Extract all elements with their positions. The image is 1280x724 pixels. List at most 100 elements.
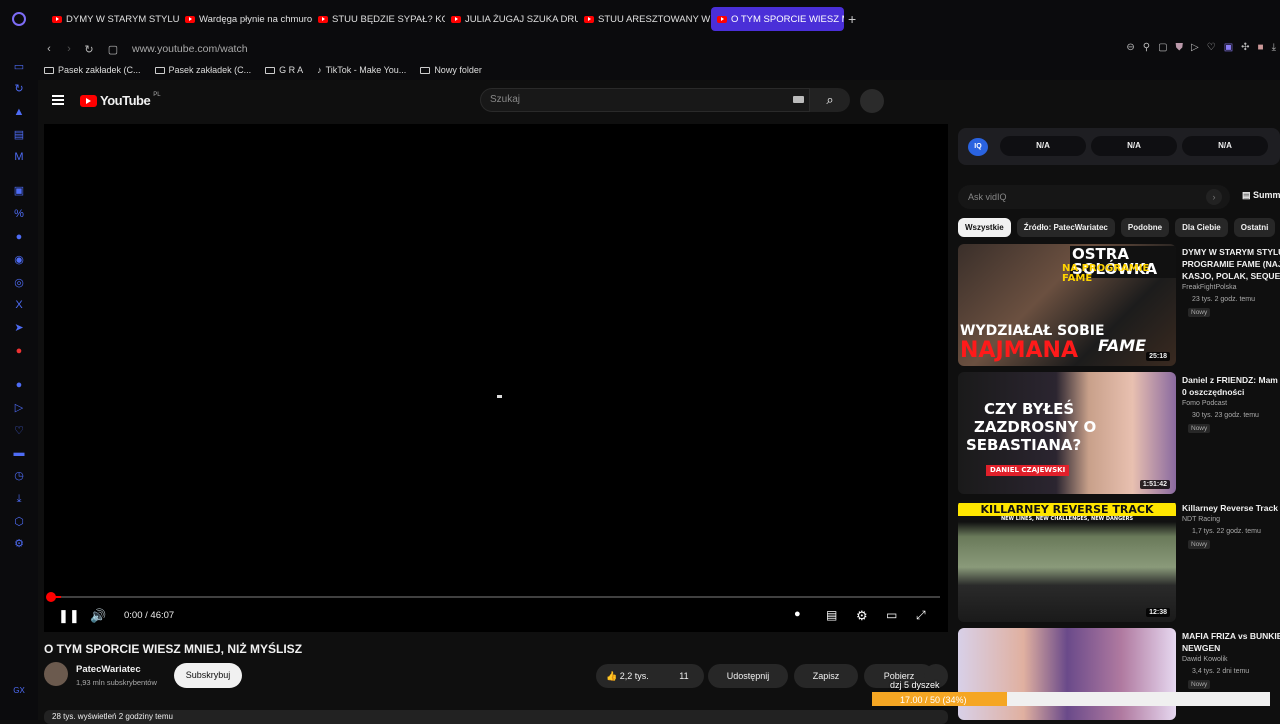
thumbnail[interactable] bbox=[958, 628, 1176, 720]
tab-3[interactable]: STUU BĘDZIE SYPAŁ? KON bbox=[312, 7, 445, 31]
player-icon[interactable]: ▷ bbox=[12, 401, 26, 415]
rec-channel[interactable]: FreakFightPolska bbox=[1182, 284, 1236, 291]
play-icon[interactable]: ▷ bbox=[1191, 42, 1199, 53]
dislike-count[interactable]: 11 bbox=[679, 671, 688, 681]
instagram-icon[interactable]: ◎ bbox=[12, 276, 26, 290]
subtitles-icon[interactable]: ▤ bbox=[826, 608, 837, 622]
settings-icon[interactable]: ⚙ bbox=[12, 537, 26, 551]
progress-bar[interactable] bbox=[52, 596, 940, 598]
cube-icon[interactable]: ⬡ bbox=[12, 515, 26, 529]
pause-icon[interactable]: ❚❚ bbox=[58, 608, 80, 624]
rec-channel[interactable]: Fomo Podcast bbox=[1182, 400, 1227, 407]
recommendation-item[interactable]: KILLARNEY REVERSE TRACK NEW LINES, NEW C… bbox=[958, 500, 1280, 622]
time-display: 0:00 / 46:07 bbox=[124, 610, 175, 621]
volume-icon[interactable]: 🔊 bbox=[90, 608, 106, 624]
puzzle-icon[interactable]: ✣ bbox=[1241, 42, 1249, 53]
search-input[interactable]: Szukaj bbox=[480, 88, 810, 112]
tab-1[interactable]: DYMY W STARYM STYLU I bbox=[46, 7, 179, 31]
search-button[interactable]: ⌕ bbox=[810, 88, 850, 112]
tabs-icon[interactable]: ▬ bbox=[12, 446, 26, 460]
percent-icon[interactable]: % bbox=[12, 207, 26, 221]
chip-similar[interactable]: Podobne bbox=[1120, 218, 1170, 237]
thumbnail[interactable]: CZY BYŁEŚ ZAZDROSNY O SEBASTIANA? DANIEL… bbox=[958, 372, 1176, 494]
shield-icon[interactable]: ⛊ bbox=[1176, 42, 1184, 53]
autoplay-toggle-icon[interactable]: ● bbox=[794, 608, 801, 620]
like-count[interactable]: 2,2 tys. bbox=[620, 671, 649, 681]
rec-title[interactable]: Daniel z FRIENDZ: Mam 30 oszczędności bbox=[1182, 374, 1280, 398]
bookmark-4[interactable]: ♪ TikTok - Make You... bbox=[317, 65, 406, 75]
like-icon[interactable]: 👍 bbox=[606, 671, 617, 681]
save-button[interactable]: Zapisz bbox=[794, 664, 858, 688]
x-icon[interactable]: X bbox=[12, 298, 26, 312]
tab-5[interactable]: STUU ARESZTOWANY W P bbox=[578, 7, 711, 31]
tab-4[interactable]: JULIA ŻUGAJ SZUKA DRU bbox=[445, 7, 578, 31]
channel-avatar[interactable] bbox=[44, 662, 68, 686]
vidiq-logo-icon[interactable]: IQ bbox=[968, 138, 988, 156]
bookmark-3[interactable]: G R A bbox=[265, 65, 303, 75]
theater-mode-icon[interactable]: ▭ bbox=[886, 608, 897, 622]
download-toolbar-icon[interactable]: ⤓ bbox=[1272, 42, 1276, 53]
fullscreen-icon[interactable]: ⤢ bbox=[916, 608, 926, 623]
discord-icon[interactable]: ◉ bbox=[12, 253, 26, 267]
flow-icon[interactable]: ▲ bbox=[12, 105, 26, 119]
download-icon[interactable]: ⤓ bbox=[12, 492, 26, 506]
avatar[interactable] bbox=[860, 89, 884, 113]
ask-vidiq-input[interactable]: Ask vidIQ › bbox=[958, 185, 1230, 209]
tab-2[interactable]: Wardęga płynie na chmuro bbox=[179, 7, 312, 31]
rec-title[interactable]: DYMY W STARYM STYLU PROGRAMIE FAME (NAJ KA… bbox=[1182, 246, 1280, 282]
telegram-icon[interactable]: ➤ bbox=[12, 321, 26, 335]
tiktok-icon[interactable]: ● bbox=[12, 344, 26, 358]
clock-icon[interactable]: ◷ bbox=[12, 469, 26, 483]
rec-title[interactable]: Killarney Reverse Track Te bbox=[1182, 502, 1280, 514]
subscribe-button[interactable]: Subskrybuj bbox=[174, 663, 242, 688]
chip-all[interactable]: Wszystkie bbox=[958, 218, 1011, 237]
chip-source[interactable]: Źródło: PatecWariatec bbox=[1016, 218, 1115, 237]
pin-icon[interactable]: ⚲ bbox=[1143, 42, 1150, 53]
thumbnail[interactable]: KILLARNEY REVERSE TRACK NEW LINES, NEW C… bbox=[958, 500, 1176, 622]
recommendation-item[interactable]: CZY BYŁEŚ ZAZDROSNY O SEBASTIANA? DANIEL… bbox=[958, 372, 1280, 494]
description-box[interactable]: 28 tys. wyświetleń 2 godziny temu bbox=[44, 710, 948, 724]
gx-icon[interactable]: GX bbox=[12, 684, 26, 698]
bookmark-1[interactable]: Pasek zakładek (C... bbox=[44, 65, 141, 75]
heart-icon[interactable]: ♡ bbox=[12, 424, 26, 438]
rec-channel[interactable]: NDT Racing bbox=[1182, 516, 1220, 523]
settings-gear-icon[interactable]: ⚙ bbox=[856, 608, 868, 624]
forward-icon[interactable]: › bbox=[60, 43, 78, 55]
recommendation-item[interactable]: MAFIA FRIZA vs BUNKIER NEWGEN Dawid Kowol… bbox=[958, 628, 1280, 720]
new-tab-button[interactable]: + bbox=[848, 11, 856, 27]
chat-icon[interactable]: ● bbox=[12, 230, 26, 244]
bookmark-heart-icon[interactable]: ♡ bbox=[1207, 42, 1216, 53]
bookmark-5[interactable]: Nowy folder bbox=[420, 65, 482, 75]
browser-logo-icon[interactable] bbox=[12, 12, 26, 26]
menu-icon[interactable] bbox=[52, 95, 64, 105]
chip-for-you[interactable]: Dla Ciebie bbox=[1175, 218, 1228, 237]
share-button[interactable]: Udostępnij bbox=[708, 664, 788, 688]
tab-active[interactable]: O TYM SPORCIE WIESZ MN bbox=[711, 7, 844, 31]
rec-channel[interactable]: Dawid Kowolik bbox=[1182, 656, 1228, 663]
recommendation-item[interactable]: OSTRA SOLÓWKA NA PROGRAMIE FAME WYDZIAŁA… bbox=[958, 244, 1280, 366]
scrubber-handle[interactable] bbox=[46, 592, 56, 602]
chip-recent[interactable]: Ostatni bbox=[1233, 218, 1276, 237]
profile-icon[interactable]: ■ bbox=[1258, 42, 1264, 53]
wallet-icon[interactable]: ▤ bbox=[12, 128, 26, 142]
mail-icon[interactable]: M bbox=[12, 150, 26, 164]
bookmark-2[interactable]: Pasek zakładek (C... bbox=[154, 65, 251, 75]
snapshot-icon[interactable]: ▢ bbox=[1158, 42, 1167, 53]
video-player[interactable]: ❚❚ 🔊 0:00 / 46:07 ● ▤ ⚙ ▭ ⤢ bbox=[44, 124, 948, 632]
thumbnail[interactable]: OSTRA SOLÓWKA NA PROGRAMIE FAME WYDZIAŁA… bbox=[958, 244, 1176, 366]
summary-button[interactable]: ▤ Summ bbox=[1242, 190, 1280, 201]
reload-icon[interactable]: ↻ bbox=[80, 43, 98, 56]
rec-title[interactable]: MAFIA FRIZA vs BUNKIER NEWGEN bbox=[1182, 630, 1280, 654]
messenger-icon[interactable]: ▭ bbox=[12, 60, 26, 74]
extensions-icon[interactable]: ▣ bbox=[1224, 42, 1233, 53]
twitch-icon[interactable]: ▣ bbox=[12, 184, 26, 198]
youtube-logo[interactable]: YouTube PL bbox=[80, 92, 161, 108]
spotify-icon[interactable]: ● bbox=[12, 378, 26, 392]
send-icon[interactable]: › bbox=[1206, 189, 1222, 205]
zoom-icon[interactable]: ⊖ bbox=[1126, 42, 1134, 53]
keyboard-icon[interactable] bbox=[793, 96, 804, 103]
back-icon[interactable]: ‹ bbox=[40, 43, 58, 55]
url-field[interactable]: www.youtube.com/watch bbox=[132, 43, 248, 55]
history-icon[interactable]: ↻ bbox=[12, 82, 26, 96]
channel-name[interactable]: PatecWariatec bbox=[76, 664, 141, 675]
